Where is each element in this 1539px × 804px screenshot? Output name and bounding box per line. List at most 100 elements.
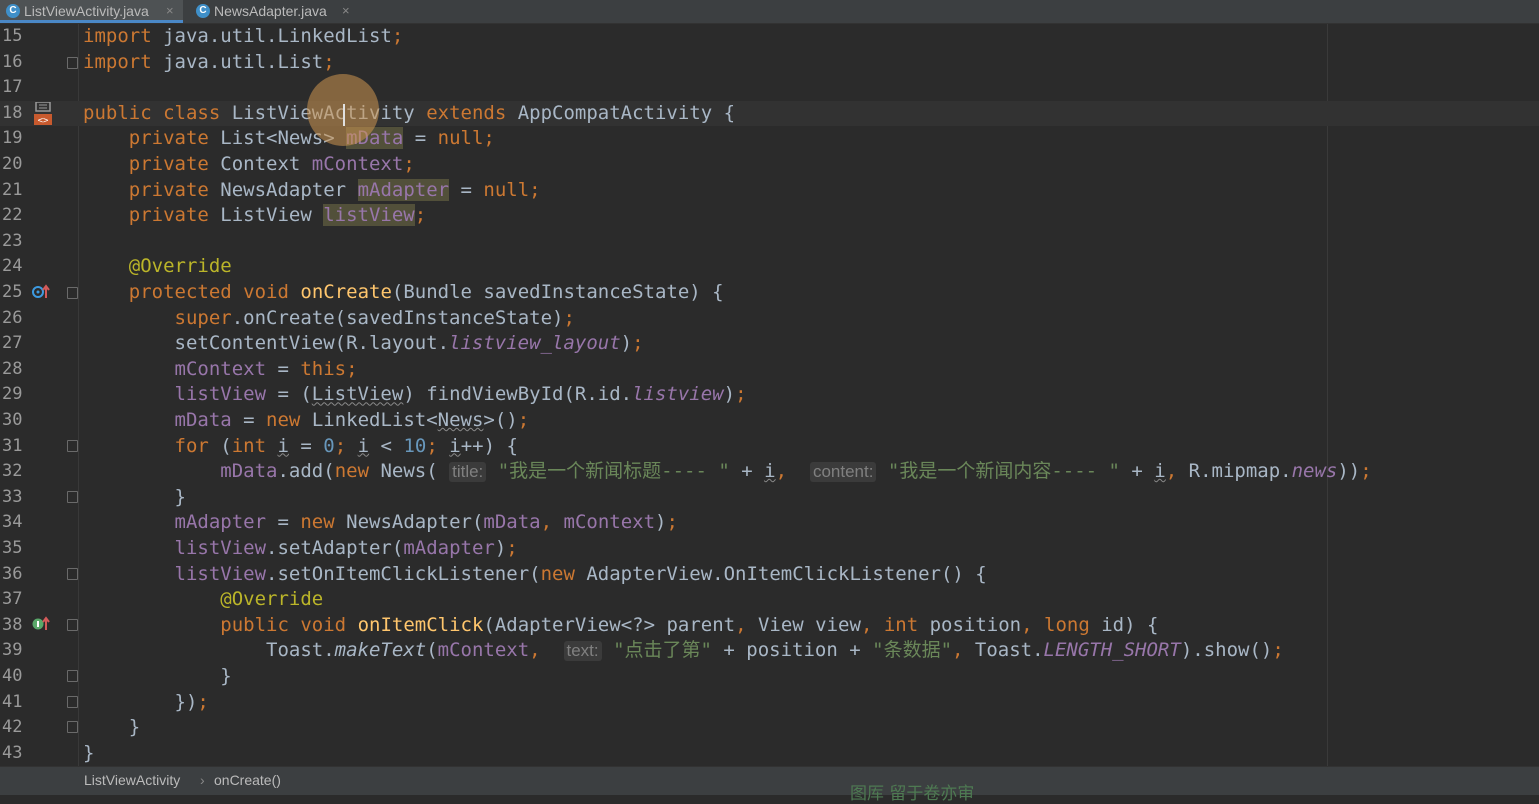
close-icon[interactable]: × bbox=[342, 0, 350, 22]
tab-newsadapter[interactable]: C NewsAdapter.java × bbox=[190, 0, 360, 23]
line-number: 23 bbox=[2, 230, 23, 251]
code-line: 36 listView.setOnItemClickListener(new A… bbox=[0, 562, 1539, 588]
line-number: 42 bbox=[2, 717, 23, 738]
line-number: 40 bbox=[2, 666, 23, 686]
code-line: 21 private NewsAdapter mAdapter = null; bbox=[0, 178, 1539, 204]
line-number: 35 bbox=[2, 538, 23, 558]
code-line: 42 } bbox=[0, 715, 1539, 741]
code-text: } bbox=[83, 485, 186, 508]
fold-marker-icon[interactable] bbox=[67, 491, 78, 503]
line-number: 31 bbox=[2, 435, 23, 456]
code-text: setContentView(R.layout.listview_layout)… bbox=[83, 332, 644, 355]
code-line: 40 } bbox=[0, 664, 1539, 690]
close-icon[interactable]: × bbox=[166, 0, 174, 22]
breadcrumb: ListViewActivity › onCreate() bbox=[0, 766, 1539, 795]
code-text: private Context mContext; bbox=[128, 153, 415, 175]
code-line: 24 @Override bbox=[0, 254, 1539, 280]
code-text: } bbox=[83, 716, 141, 739]
code-text: mAdapter = new NewsAdapter(mData, mConte… bbox=[174, 511, 678, 534]
line-number: 39 bbox=[2, 640, 23, 661]
code-text: private List<News> mData = null; bbox=[128, 127, 495, 150]
code-text: super.onCreate(savedInstanceState); bbox=[174, 306, 575, 329]
code-text: Toast.makeText(mContext, text: "点击了第" + … bbox=[83, 639, 1284, 662]
line-number: 43 bbox=[2, 742, 23, 763]
implement-method-icon[interactable] bbox=[31, 616, 51, 636]
parameter-hint: content: bbox=[809, 462, 877, 483]
code-text: mContext = this; bbox=[174, 357, 358, 380]
code-text: } bbox=[83, 741, 95, 764]
code-line: 29 listView = (ListView) findViewById(R.… bbox=[0, 382, 1539, 408]
code-line: 39 Toast.makeText(mContext, text: "点击了第"… bbox=[0, 638, 1539, 664]
line-number: 28 bbox=[2, 358, 23, 379]
parameter-hint: title: bbox=[449, 462, 487, 483]
override-method-icon[interactable] bbox=[31, 284, 51, 304]
code-text: private ListView listView; bbox=[128, 204, 427, 227]
code-text: listView = (ListView) findViewById(R.id.… bbox=[174, 383, 747, 406]
line-number: 34 bbox=[2, 512, 23, 533]
fold-marker-icon[interactable] bbox=[67, 57, 78, 69]
line-number: 25 bbox=[2, 282, 23, 302]
code-text: private NewsAdapter mAdapter = null; bbox=[128, 178, 541, 201]
fold-marker-icon[interactable] bbox=[67, 568, 78, 580]
fold-marker-icon[interactable] bbox=[67, 619, 78, 631]
line-number: 37 bbox=[2, 589, 23, 610]
code-line: 28 mContext = this; bbox=[0, 357, 1539, 383]
code-text: mData.add(new News( title: "我是一个新闻标题----… bbox=[220, 460, 1372, 483]
code-line: 41 }); bbox=[0, 690, 1539, 716]
fold-marker-icon[interactable] bbox=[67, 670, 78, 682]
code-text: import java.util.LinkedList; bbox=[83, 25, 404, 47]
fold-marker-icon[interactable] bbox=[67, 287, 78, 299]
code-line: 26 super.onCreate(savedInstanceState); bbox=[0, 306, 1539, 332]
code-line: 15 import java.util.LinkedList; bbox=[0, 24, 1539, 50]
tab-label: NewsAdapter.java bbox=[214, 3, 327, 19]
code-line: 31 for (int i = 0; i < 10; i++) { bbox=[0, 434, 1539, 460]
parameter-hint: text: bbox=[563, 641, 602, 662]
line-number: 27 bbox=[2, 333, 23, 354]
code-line: 35 listView.setAdapter(mAdapter); bbox=[0, 536, 1539, 562]
code-line: 37 @Override bbox=[0, 587, 1539, 613]
code-line: 43 } bbox=[0, 741, 1539, 767]
fold-marker-icon[interactable] bbox=[67, 721, 78, 733]
line-number: 24 bbox=[2, 256, 23, 277]
class-layout-icon[interactable]: <> bbox=[33, 101, 53, 126]
fold-marker-icon[interactable] bbox=[67, 440, 78, 452]
code-line: 25 protected void onCreate(Bundle savedI… bbox=[0, 280, 1539, 306]
editor-tab-bar: C ListViewActivity.java × C NewsAdapter.… bbox=[0, 0, 1539, 24]
line-number: 32 bbox=[2, 461, 23, 482]
code-text: }); bbox=[83, 690, 209, 713]
line-number: 38 bbox=[2, 614, 23, 635]
code-line: 20 private Context mContext; bbox=[0, 152, 1539, 178]
line-number: 33 bbox=[2, 486, 23, 507]
line-number: 30 bbox=[2, 410, 23, 430]
video-watermark: 图厍 留于卷亦审 bbox=[850, 784, 975, 804]
line-number: 17 bbox=[2, 77, 23, 98]
code-text: import java.util.List; bbox=[83, 50, 335, 73]
fold-marker-icon[interactable] bbox=[67, 696, 78, 708]
code-editor[interactable]: 15 import java.util.LinkedList; 16 impor… bbox=[0, 24, 1539, 766]
code-text: mData = new LinkedList<News>(); bbox=[174, 409, 530, 431]
line-number: 29 bbox=[2, 384, 23, 405]
code-text: @Override bbox=[128, 255, 232, 278]
tab-listviewactivity[interactable]: C ListViewActivity.java × bbox=[0, 0, 183, 23]
code-text: public void onItemClick(AdapterView<?> p… bbox=[220, 613, 1159, 636]
code-line: 33 } bbox=[0, 485, 1539, 511]
code-text: listView.setOnItemClickListener(new Adap… bbox=[174, 562, 987, 585]
text-caret bbox=[343, 104, 345, 126]
code-line: 32 mData.add(new News( title: "我是一个新闻标题-… bbox=[0, 459, 1539, 485]
code-line: 22 private ListView listView; bbox=[0, 203, 1539, 229]
line-number: 18 bbox=[2, 102, 23, 123]
line-number: 26 bbox=[2, 307, 23, 328]
code-text: } bbox=[83, 665, 232, 687]
java-class-icon: C bbox=[196, 4, 210, 18]
line-number: 19 bbox=[2, 128, 23, 149]
svg-text:<>: <> bbox=[38, 116, 49, 126]
breadcrumb-method[interactable]: onCreate() bbox=[214, 772, 281, 788]
tab-label: ListViewActivity.java bbox=[24, 3, 149, 19]
code-line: 34 mAdapter = new NewsAdapter(mData, mCo… bbox=[0, 510, 1539, 536]
code-line-current: 18 public class ListViewActivity extends… bbox=[0, 100, 1539, 127]
line-number: 16 bbox=[2, 51, 23, 72]
line-number: 15 bbox=[2, 26, 23, 46]
code-line: 19 private List<News> mData = null; bbox=[0, 126, 1539, 152]
line-number: 21 bbox=[2, 179, 23, 200]
breadcrumb-class[interactable]: ListViewActivity bbox=[84, 772, 180, 788]
